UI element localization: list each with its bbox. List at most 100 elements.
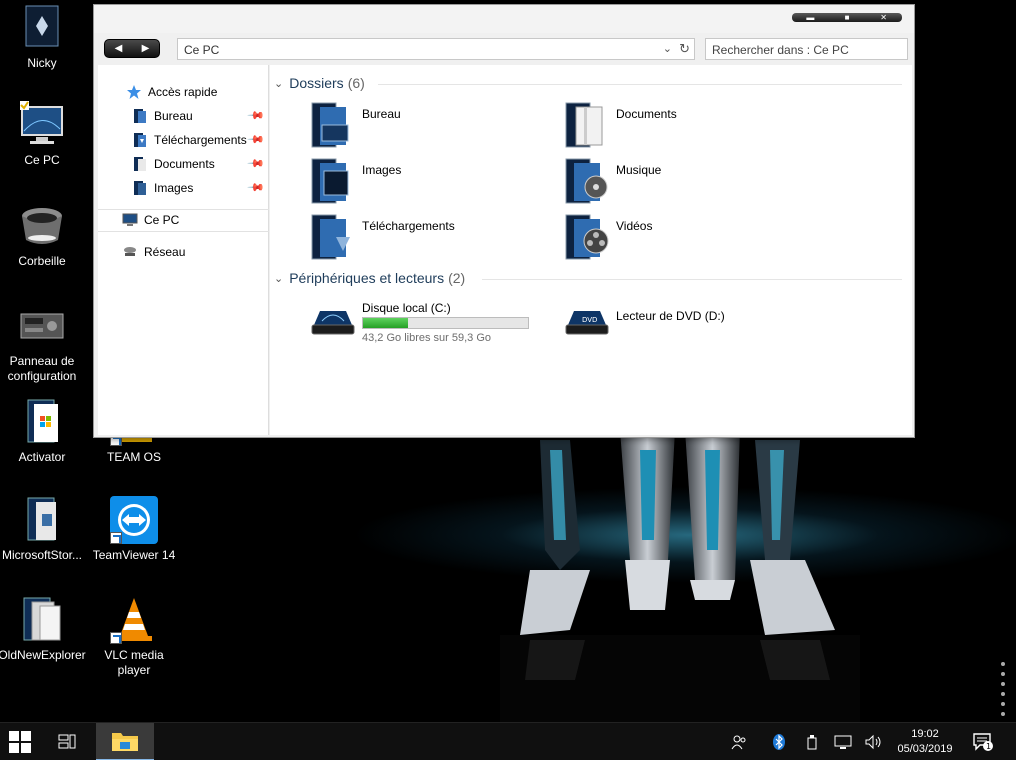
hard-drive-icon: [311, 311, 355, 335]
system-clock[interactable]: 19:02 05/03/2019: [890, 727, 960, 757]
pin-icon[interactable]: 📌: [247, 178, 266, 197]
computer-icon: [18, 101, 66, 149]
back-forward-buttons: ◀ ▶: [104, 39, 160, 58]
chevron-down-icon[interactable]: ⌄: [663, 42, 672, 55]
usb-device-icon[interactable]: [804, 733, 820, 751]
forward-button[interactable]: ▶: [142, 43, 150, 54]
minimize-button[interactable]: ▬: [800, 13, 820, 22]
desktop-folder-icon: [134, 109, 146, 123]
close-button[interactable]: ✕: [874, 13, 894, 22]
star-icon: [127, 85, 141, 99]
downloads-folder-icon: [311, 214, 350, 260]
wallpaper-robot: [500, 430, 860, 722]
explorer-window: ▬ ■ ✕ ◀ ▶ Ce PC ⌄ ↻ Rechercher dans : Ce…: [93, 4, 915, 438]
shortcut-arrow-icon: [110, 632, 122, 644]
windows-logo-icon: [9, 731, 31, 753]
oldnewexplorer-icon: [18, 596, 66, 644]
search-placeholder: Rechercher dans : Ce PC: [712, 43, 849, 57]
pin-icon[interactable]: 📌: [247, 106, 266, 125]
content-pane: ⌄ Dossiers (6) Bureau Documents Images M…: [270, 65, 912, 435]
pin-icon[interactable]: 📌: [247, 154, 266, 173]
drive-usage-bar: [362, 317, 529, 329]
dvd-drive-icon: DVD: [565, 311, 609, 335]
desktop-folder-icon: [311, 102, 349, 148]
microsoft-store-icon: [18, 496, 66, 544]
nav-item-documents[interactable]: Documents 📌: [98, 154, 269, 174]
group-divider: [482, 279, 902, 280]
drive-usage-fill: [363, 318, 408, 328]
window-controls: ▬ ■ ✕: [792, 13, 902, 22]
documents-folder-icon: [134, 157, 146, 171]
nav-item-reseau[interactable]: Réseau: [98, 242, 269, 262]
task-view-icon: [58, 734, 76, 749]
network-status-icon[interactable]: [834, 733, 852, 751]
desktop-icon-teamviewer[interactable]: TeamViewer 14: [89, 496, 179, 563]
drive-tile-dvd[interactable]: DVD Lecteur de DVD (D:): [564, 301, 804, 345]
desktop-icon-vlc[interactable]: VLC media player: [89, 596, 179, 678]
start-button[interactable]: [0, 723, 40, 760]
bluetooth-icon[interactable]: [771, 733, 787, 751]
notification-count: 1: [986, 742, 991, 751]
taskbar: 19:02 05/03/2019 1: [0, 722, 1016, 760]
computer-icon: [122, 213, 138, 226]
teamviewer-icon: [110, 496, 158, 544]
desktop-icon-ce-pc[interactable]: Ce PC: [0, 101, 87, 168]
maximize-button[interactable]: ■: [837, 13, 857, 22]
title-bar[interactable]: ▬ ■ ✕: [94, 5, 914, 33]
group-header-dossiers[interactable]: ⌄ Dossiers (6): [274, 75, 365, 91]
recycle-bin-icon: [18, 202, 66, 250]
notification-center-button[interactable]: 1: [970, 733, 996, 751]
address-text: Ce PC: [184, 43, 220, 57]
downloads-folder-icon: [134, 133, 146, 147]
nav-divider: [98, 231, 269, 232]
address-bar[interactable]: Ce PC ⌄ ↻: [177, 38, 695, 60]
navigation-pane: Accès rapide Bureau 📌 Téléchargements 📌 …: [98, 65, 269, 435]
task-view-button[interactable]: [48, 723, 86, 760]
folder-tile-telechargements[interactable]: Téléchargements: [310, 213, 550, 263]
clock-date: 05/03/2019: [897, 743, 953, 755]
desktop-icon-nicky[interactable]: Nicky: [0, 4, 87, 71]
documents-folder-icon: [565, 102, 603, 148]
search-input[interactable]: Rechercher dans : Ce PC: [705, 38, 908, 60]
volume-icon[interactable]: [865, 733, 883, 751]
group-divider: [378, 84, 902, 85]
clock-time: 19:02: [911, 728, 939, 740]
refresh-icon[interactable]: ↻: [679, 41, 690, 57]
music-folder-icon: [565, 158, 608, 204]
nav-item-ce-pc[interactable]: Ce PC: [98, 210, 269, 230]
pictures-folder-icon: [134, 181, 146, 195]
control-panel-icon: [18, 302, 66, 350]
folder-tile-videos[interactable]: Vidéos: [564, 213, 804, 263]
back-button[interactable]: ◀: [115, 43, 123, 54]
folder-tile-bureau[interactable]: Bureau: [310, 101, 550, 151]
group-header-peripheriques[interactable]: ⌄ Périphériques et lecteurs (2): [274, 270, 465, 286]
desktop-icon-corbeille[interactable]: Corbeille: [0, 202, 87, 269]
desktop-icon-oldnewexplorer[interactable]: OldNewExplorer: [0, 596, 87, 663]
nav-item-bureau[interactable]: Bureau 📌: [98, 106, 269, 126]
chevron-down-icon: ⌄: [274, 272, 284, 285]
people-icon[interactable]: [730, 733, 748, 751]
action-center-icon: 1: [973, 733, 993, 751]
drive-tile-c[interactable]: Disque local (C:) 43,2 Go libres sur 59,…: [310, 301, 550, 345]
pin-icon[interactable]: 📌: [247, 130, 266, 149]
desktop-icon-panneau-de-configuration[interactable]: Panneau de configuration: [0, 302, 87, 384]
file-explorer-icon: [112, 733, 138, 751]
nav-item-quick-access[interactable]: Accès rapide: [98, 82, 269, 102]
folder-tile-documents[interactable]: Documents: [564, 101, 804, 151]
activator-icon: [18, 398, 66, 446]
folder-tile-images[interactable]: Images: [310, 157, 550, 207]
videos-folder-icon: [565, 214, 609, 260]
desktop-icon-microsoftstore[interactable]: MicrosoftStor...: [0, 496, 87, 563]
nav-item-images[interactable]: Images 📌: [98, 178, 269, 198]
desktop-icon-activator[interactable]: Activator: [0, 398, 87, 465]
taskbar-explorer-button[interactable]: [96, 723, 154, 760]
nav-item-telechargements[interactable]: Téléchargements 📌: [98, 130, 269, 150]
navigation-bar: ◀ ▶ Ce PC ⌄ ↻ Rechercher dans : Ce PC: [94, 35, 914, 63]
svg-text:DVD: DVD: [582, 316, 597, 324]
pictures-folder-icon: [311, 158, 349, 204]
vlc-cone-icon: [110, 596, 158, 644]
folder-tile-musique[interactable]: Musique: [564, 157, 804, 207]
user-folder-icon: [18, 4, 66, 52]
chevron-down-icon: ⌄: [274, 77, 284, 90]
network-icon: [124, 247, 136, 256]
